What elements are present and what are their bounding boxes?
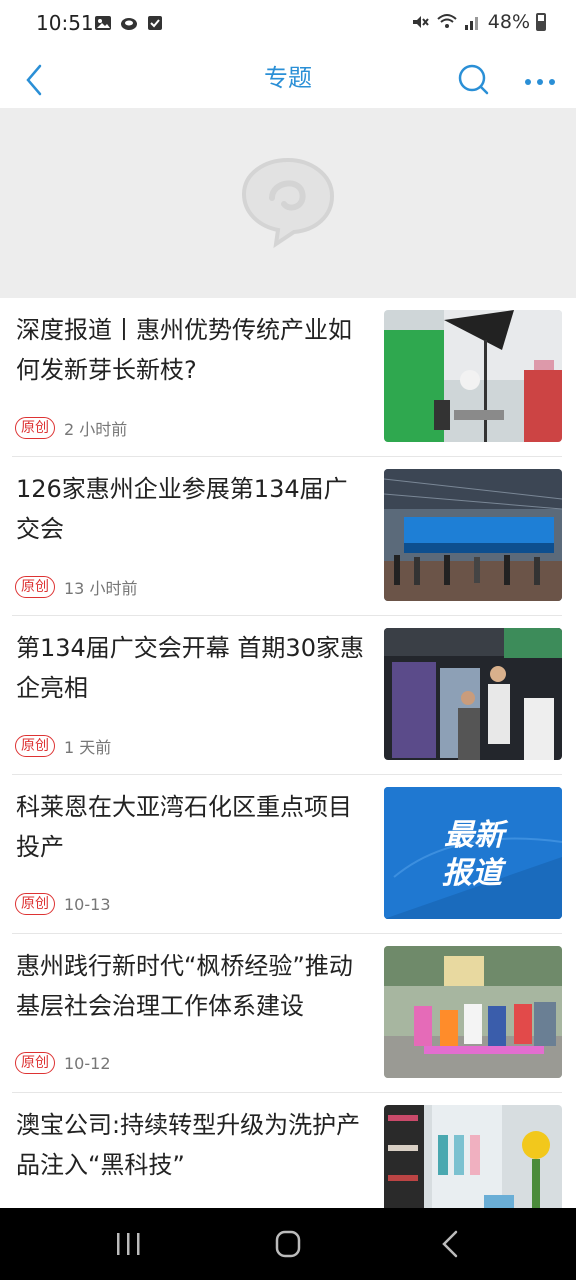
product-shelf-image [384,1105,562,1208]
article-time: 10-13 [64,894,111,914]
title-bar: 专题 [0,48,576,108]
topic-banner[interactable] [0,108,576,298]
recent-apps-button[interactable] [98,1222,158,1266]
home-icon [275,1230,301,1258]
system-back-button[interactable] [420,1222,480,1266]
article-item[interactable]: 126家惠州企业参展第134届广交会 原创 13 小时前 [12,457,562,616]
app-notification-icon [121,18,137,30]
original-badge: 原创 [15,576,55,598]
article-title: 深度报道丨惠州优势传统产业如何发新芽长新枝? [16,316,352,384]
article-thumbnail [384,628,562,760]
article-title: 科莱恩在大亚湾石化区重点项目投产 [16,793,352,861]
system-nav-bar [0,1208,576,1280]
community-meeting-image [384,946,562,1078]
checkbox-icon [148,16,162,30]
back-arrow-icon [442,1230,458,1258]
original-badge: 原创 [15,417,55,439]
more-dots-icon [525,79,555,85]
article-time: 1 天前 [64,738,112,757]
article-thumbnail [384,946,562,1078]
article-title: 澳宝公司:持续转型升级为洗护产品注入“黑科技” [16,1111,361,1179]
article-time: 10-12 [64,1053,111,1073]
article-meta: 原创 13 小时前 [15,575,137,599]
wifi-icon [437,14,457,28]
search-icon [458,64,489,95]
article-thumbnail [384,469,562,601]
article-time: 2 小时前 [64,420,128,439]
article-title: 惠州践行新时代“枫桥经验”推动基层社会治理工作体系建设 [16,952,353,1020]
article-title: 126家惠州企业参展第134届广交会 [16,475,348,543]
article-meta: 原创 1 天前 [15,734,111,758]
status-time: 10:51 [36,11,94,35]
article-meta: 原创 2 小时前 [15,416,127,440]
mute-icon [412,16,429,28]
article-title: 第134届广交会开幕 首期30家惠企亮相 [16,634,364,702]
thumb-text-line1: 最新 [444,818,509,853]
tcl-booth-image [384,628,562,760]
article-time: 13 小时前 [64,579,138,598]
article-item[interactable]: 深度报道丨惠州优势传统产业如何发新芽长新枝? 原创 2 小时前 [12,298,562,457]
status-bar: 10:51 48% [0,0,576,48]
latest-news-image: 最新 报道 [384,787,562,919]
article-list: 深度报道丨惠州优势传统产业如何发新芽长新枝? 原创 2 小时前 126家惠州企业… [0,298,576,1208]
status-system-icons: 48% [410,11,546,33]
expo-hall-image [384,469,562,601]
more-button[interactable] [520,56,564,100]
signal-icon [464,17,478,30]
article-thumbnail: 最新 报道 [384,787,562,919]
gallery-icon [95,16,111,30]
app-logo-placeholder-icon [241,157,335,249]
status-notification-icons [94,14,164,32]
search-button[interactable] [454,56,494,100]
home-button[interactable] [258,1222,318,1266]
article-item[interactable]: 惠州践行新时代“枫桥经验”推动基层社会治理工作体系建设 原创 10-12 [12,934,562,1093]
article-item[interactable]: 澳宝公司:持续转型升级为洗护产品注入“黑科技” 原创 [12,1093,562,1208]
recent-apps-icon [117,1233,140,1255]
article-item[interactable]: 第134届广交会开幕 首期30家惠企亮相 原创 1 天前 [12,616,562,775]
battery-percent: 48% [487,11,530,33]
original-badge: 原创 [15,1052,55,1074]
original-badge: 原创 [15,893,55,915]
photo-studio-image [384,310,562,442]
thumb-text-line2: 报道 [442,856,507,891]
original-badge: 原创 [15,735,55,757]
article-item[interactable]: 科莱恩在大亚湾石化区重点项目投产 原创 10-13 最新 报道 [12,775,562,934]
article-thumbnail [384,310,562,442]
article-meta: 原创 10-13 [15,893,111,915]
article-thumbnail [384,1105,562,1208]
article-meta: 原创 10-12 [15,1052,111,1074]
battery-icon [536,13,546,31]
